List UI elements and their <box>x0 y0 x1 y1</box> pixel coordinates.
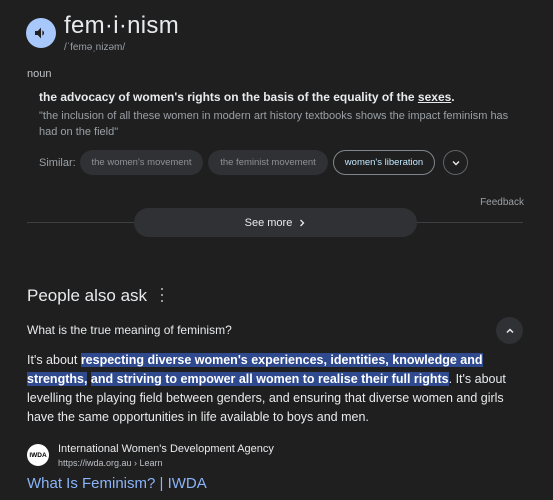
similar-expand-button[interactable] <box>443 150 468 175</box>
collapse-answer-button[interactable] <box>496 317 523 344</box>
see-more-button[interactable]: See more <box>134 208 417 237</box>
chevron-right-icon <box>300 219 305 226</box>
chevron-up-icon <box>505 327 514 333</box>
part-of-speech: noun <box>27 68 52 80</box>
similar-chip-womens-liberation[interactable]: women's liberation <box>333 150 435 175</box>
definition-link-sexes[interactable]: sexes <box>418 90 451 104</box>
similar-chip-feminist-movement[interactable]: the feminist movement <box>208 150 328 175</box>
pronunciation-speaker-button[interactable] <box>26 18 56 48</box>
question-text[interactable]: What is the true meaning of feminism? <box>27 323 232 337</box>
speaker-icon <box>35 27 44 39</box>
phonetic-spelling: /ˈfeməˌnizəm/ <box>64 42 126 53</box>
answer-highlight-2: and striving to empower all women to rea… <box>90 372 449 386</box>
definition-end: . <box>451 90 455 104</box>
answer-snippet: It's about respecting diverse women's ex… <box>27 351 527 427</box>
source-favicon-icon: IWDA <box>27 444 49 466</box>
definition: the advocacy of women's rights on the ba… <box>39 90 455 104</box>
result-title-link[interactable]: What Is Feminism? | IWDA <box>27 475 207 492</box>
feedback-link[interactable]: Feedback <box>480 197 524 208</box>
people-also-ask-title: People also ask <box>27 286 148 305</box>
source-url[interactable]: https://iwda.org.au › Learn <box>58 458 163 468</box>
similar-label: Similar: <box>39 157 76 169</box>
source-name[interactable]: International Women's Development Agency <box>58 443 274 455</box>
definition-text: the advocacy of women's rights on the ba… <box>39 90 418 104</box>
dictionary-word: fem·i·nism <box>64 12 179 39</box>
answer-prefix: It's about <box>27 353 81 367</box>
more-options-icon[interactable] <box>159 288 165 302</box>
chevron-down-icon <box>452 160 459 165</box>
similar-chip-womens-movement[interactable]: the women's movement <box>80 150 203 175</box>
usage-example: "the inclusion of all these women in mod… <box>39 110 509 138</box>
see-more-label: See more <box>244 216 293 229</box>
